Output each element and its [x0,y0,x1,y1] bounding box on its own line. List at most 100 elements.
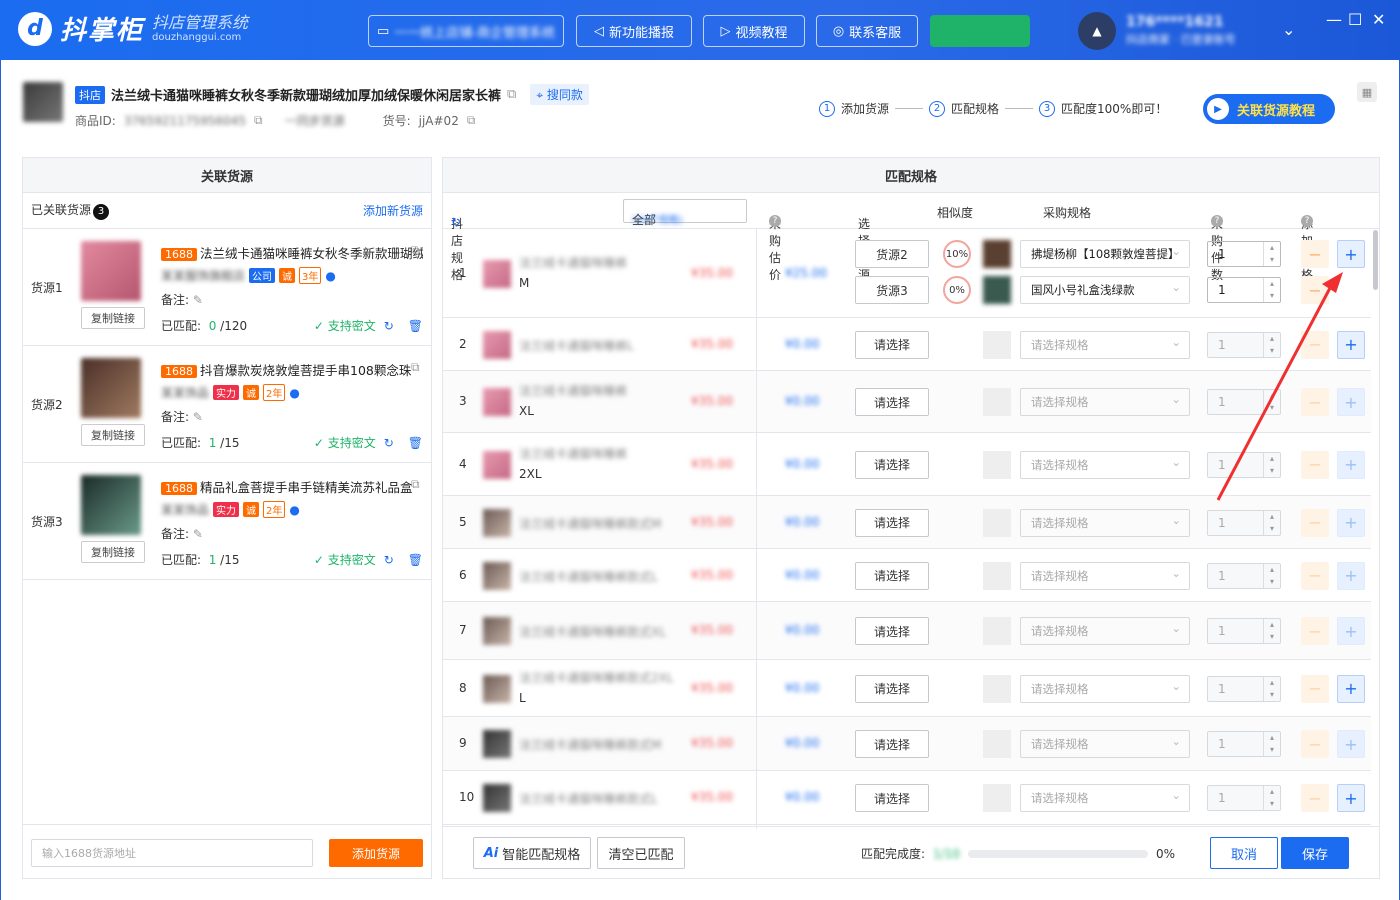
copy-link-button[interactable]: 复制链接 [81,424,145,446]
add-spec-button[interactable]: + [1337,388,1365,416]
remove-spec-button[interactable]: − [1301,730,1329,758]
save-button[interactable]: 保存 [1281,837,1349,869]
source-title-row[interactable]: 1688 法兰绒卡通猫咪睡裤女秋冬季新款珊瑚绒 [161,243,423,262]
edit-icon[interactable]: ✎ [193,527,203,541]
trash-icon[interactable]: 🗑 [408,553,423,567]
add-spec-button[interactable]: + [1337,784,1365,812]
source-title-row[interactable]: 1688 精品礼盒菩提手串手链精美流苏礼品盒 [161,477,423,496]
help-icon[interactable]: ? [769,215,781,227]
purchase-spec-select[interactable]: 请选择规格 [1020,508,1190,537]
copy-icon[interactable]: ⧉ [507,87,516,102]
copy-link-button[interactable]: 复制链接 [81,307,145,329]
remove-spec-button[interactable]: − [1301,276,1329,304]
source-select[interactable]: 请选择 [855,450,929,479]
copy-icon[interactable]: ⧉ [411,360,420,375]
purchase-spec-select[interactable]: 请选择规格 [1020,784,1190,812]
remove-spec-button[interactable]: − [1301,330,1329,359]
refresh-icon[interactable]: ↻ [384,553,394,567]
video-tutorial-button[interactable]: ▷ 视频教程 [703,15,805,47]
ai-match-button[interactable]: Ai 智能匹配规格 [473,837,591,869]
contact-support-button[interactable]: ◎ 联系客服 [816,15,918,47]
quantity-stepper[interactable]: 1 [1207,331,1281,358]
copy-icon[interactable]: ⧉ [254,113,263,128]
quantity-stepper[interactable]: 1 [1207,241,1281,267]
copy-icon[interactable]: ⧉ [467,113,476,128]
trash-icon[interactable]: 🗑 [408,319,423,333]
remove-spec-button[interactable]: − [1301,508,1329,537]
refresh-icon[interactable]: ↻ [384,319,394,333]
add-spec-button[interactable]: + [1337,674,1365,703]
search-same-button[interactable]: ⌖ 搜同款 [530,84,589,105]
purchase-spec-select[interactable]: 请选择规格 [1020,730,1190,758]
remove-spec-button[interactable]: − [1301,784,1329,812]
copy-link-button[interactable]: 复制链接 [81,541,145,563]
source-select[interactable]: 请选择 [855,508,929,537]
maximize-icon[interactable]: ☐ [1348,10,1362,29]
copy-icon[interactable]: ⧉ [411,477,420,492]
quantity-stepper[interactable]: 1 [1207,562,1281,589]
add-new-source-link[interactable]: 添加新货源 [363,202,423,219]
quantity-stepper[interactable]: 1 [1207,618,1281,644]
quantity-stepper[interactable]: 1 [1207,277,1281,303]
thumbnail-icon[interactable]: ▦ [1357,82,1377,102]
purchase-spec-select[interactable]: 请选择规格 [1020,330,1190,359]
edit-icon[interactable]: ✎ [193,293,203,307]
quantity-stepper[interactable]: 1 [1207,389,1281,415]
close-icon[interactable]: ✕ [1372,10,1385,29]
chevron-down-icon[interactable]: ⌄ [858,215,868,229]
purchase-spec-select[interactable]: 请选择规格 [1020,388,1190,416]
user-info[interactable]: 176****1621 抖店商家 · 已登录账号 [1126,13,1236,49]
avatar[interactable]: ▲ [1078,12,1116,50]
add-spec-button[interactable]: + [1337,450,1365,479]
add-spec-button[interactable]: + [1337,240,1365,268]
refresh-icon[interactable]: ↻ [384,436,394,450]
edit-icon[interactable]: ✎ [193,410,203,424]
purchase-spec-select[interactable]: 请选择规格 [1020,561,1190,590]
cancel-button[interactable]: 取消 [1210,837,1278,869]
source-select[interactable]: 请选择 [855,674,929,703]
remove-spec-button[interactable]: − [1301,450,1329,479]
source-url-input[interactable]: 输入1688货源地址 [31,839,313,867]
refresh-icon[interactable]: ↻ [451,215,461,229]
quantity-stepper[interactable]: 1 [1207,509,1281,536]
source-select[interactable]: 请选择 [855,388,929,416]
quantity-stepper[interactable]: 1 [1207,675,1281,702]
help-icon[interactable]: ? [1301,215,1313,227]
spec-filter-select[interactable]: 全部 (10个规格) ⌄ [623,199,747,227]
quantity-stepper[interactable]: 1 [1207,785,1281,811]
quantity-stepper[interactable]: 1 [1207,731,1281,757]
new-feature-button[interactable]: ◁ 新功能播报 [576,15,692,47]
remove-spec-button[interactable]: − [1301,388,1329,416]
remove-spec-button[interactable]: − [1301,561,1329,590]
purchase-spec-select[interactable]: 请选择规格 [1020,617,1190,645]
purchase-spec-select[interactable]: 拂堤杨柳【108颗敦煌菩提】 [1020,240,1190,268]
source-select[interactable]: 货源2 [855,240,929,268]
add-spec-button[interactable]: + [1337,508,1365,537]
source-select[interactable]: 请选择 [855,330,929,359]
add-source-button[interactable]: 添加货源 [329,839,423,867]
add-spec-button[interactable]: + [1337,730,1365,758]
purchase-spec-select[interactable]: 国风小号礼盒浅绿款 [1020,276,1190,304]
remove-spec-button[interactable]: − [1301,674,1329,703]
download-app-button[interactable]: ⇩ 下载APP [930,15,1030,47]
add-spec-button[interactable]: + [1337,330,1365,359]
trash-icon[interactable]: 🗑 [408,436,423,450]
remove-spec-button[interactable]: − [1301,617,1329,645]
copy-icon[interactable]: ⧉ [411,243,420,258]
clear-matched-button[interactable]: 清空已匹配 [597,837,685,869]
scrollbar[interactable] [1373,230,1378,290]
source-select[interactable]: 货源3 [855,276,929,304]
quantity-stepper[interactable]: 1 [1207,451,1281,478]
shop-selector-button[interactable]: ▭ 一一统上店铺-商企管理系统 [368,15,564,47]
tutorial-button[interactable]: ▶ 关联货源教程 [1203,94,1335,124]
help-icon[interactable]: ? [1211,215,1223,227]
source-title-row[interactable]: 1688 抖音爆款炭烧敦煌菩提手串108颗念珠 [161,360,423,379]
source-select[interactable]: 请选择 [855,617,929,645]
remove-spec-button[interactable]: − [1301,240,1329,268]
source-select[interactable]: 请选择 [855,561,929,590]
minimize-icon[interactable]: — [1326,10,1342,29]
purchase-spec-select[interactable]: 请选择规格 [1020,450,1190,479]
source-select[interactable]: 请选择 [855,784,929,812]
purchase-spec-select[interactable]: 请选择规格 [1020,674,1190,703]
add-spec-button[interactable]: + [1337,617,1365,645]
